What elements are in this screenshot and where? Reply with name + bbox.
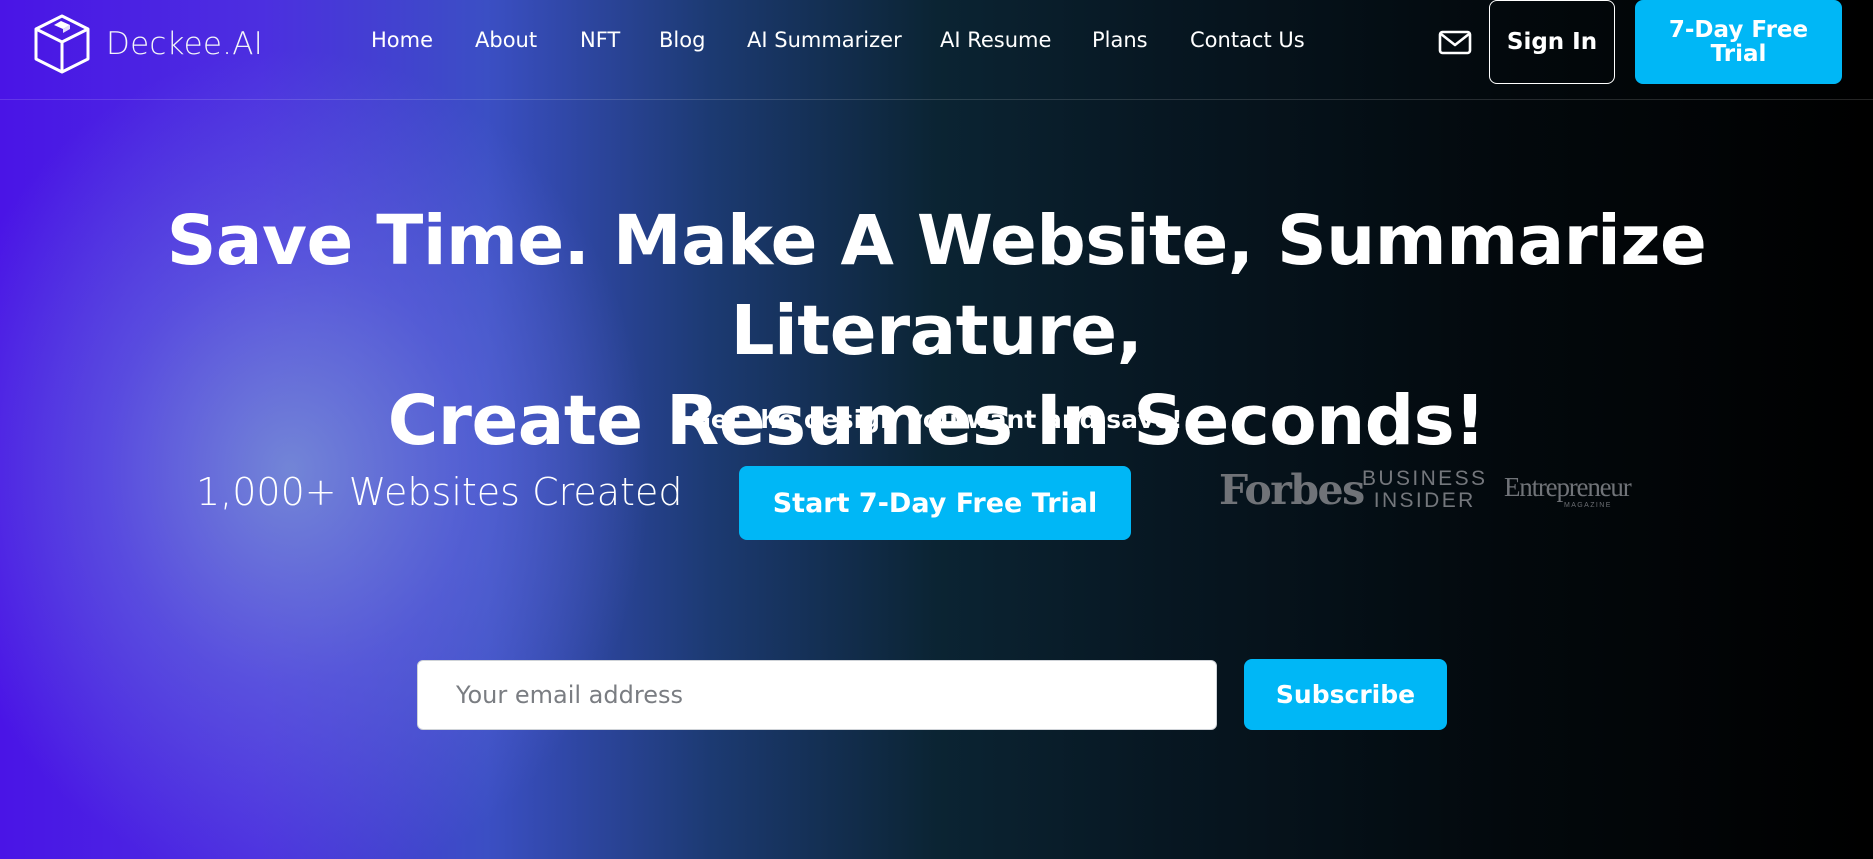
brand-logo[interactable]: Deckee.AI <box>30 12 263 76</box>
business-insider-line-2: INSIDER <box>1373 489 1476 512</box>
nav-nft[interactable]: NFT <box>580 28 620 52</box>
business-insider-logo: BUSINESS INSIDER <box>1362 468 1487 512</box>
entrepreneur-logo: Entrepreneur <box>1504 472 1632 502</box>
nav-plans[interactable]: Plans <box>1092 28 1148 52</box>
mail-icon[interactable] <box>1438 29 1472 56</box>
start-free-trial-button[interactable]: Start 7-Day Free Trial <box>739 466 1131 540</box>
free-trial-nav-button[interactable]: 7-Day Free Trial <box>1635 0 1842 84</box>
nav-home[interactable]: Home <box>371 28 433 52</box>
brand-name: Deckee.AI <box>106 26 263 62</box>
entrepreneur-magazine-label: MAGAZINE <box>1564 502 1612 509</box>
top-navbar: Deckee.AI Home About NFT Blog AI Summari… <box>0 0 1873 100</box>
nav-contact-us[interactable]: Contact Us <box>1190 28 1305 52</box>
nav-ai-summarizer[interactable]: AI Summarizer <box>747 28 902 52</box>
hero-subtitle: Get the design you want and save! <box>690 405 1183 434</box>
hero-title-line-1: Save Time. Make A Website, Summarize Lit… <box>166 201 1707 371</box>
subscribe-button[interactable]: Subscribe <box>1244 659 1447 730</box>
forbes-logo: Forbes <box>1219 466 1365 514</box>
nav-blog[interactable]: Blog <box>659 28 705 52</box>
nav-about[interactable]: About <box>475 28 537 52</box>
email-input[interactable] <box>417 660 1217 730</box>
websites-created-stat: 1,000+ Websites Created <box>196 470 683 514</box>
cube-logo-icon <box>34 14 90 74</box>
nav-ai-resume[interactable]: AI Resume <box>940 28 1051 52</box>
business-insider-line-1: BUSINESS <box>1362 467 1488 490</box>
sign-in-button[interactable]: Sign In <box>1489 0 1615 84</box>
